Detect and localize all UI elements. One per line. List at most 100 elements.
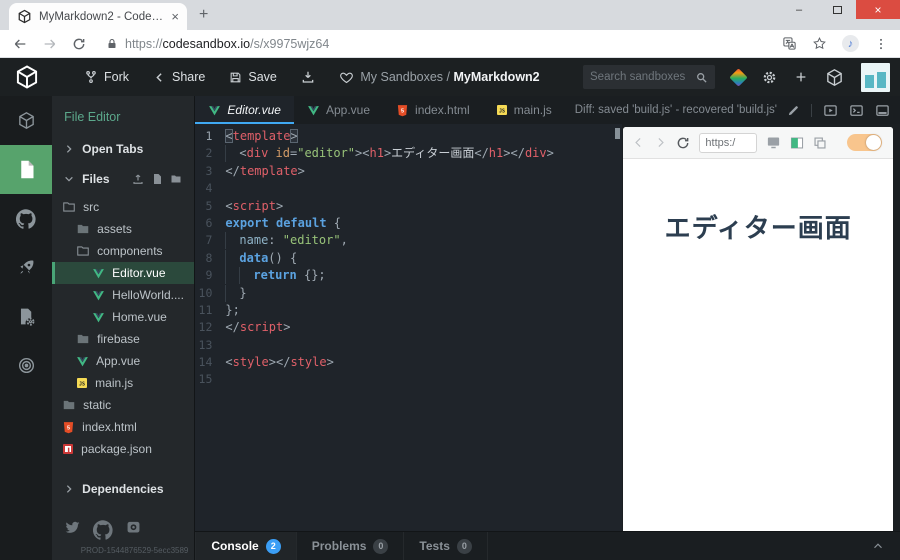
tree-item-package-json[interactable]: package.json [52, 438, 194, 460]
line-number: 10 [195, 285, 225, 302]
new-folder-icon[interactable] [170, 173, 182, 185]
rail-file-explorer[interactable] [0, 145, 52, 194]
new-tab-button[interactable]: + [199, 6, 208, 24]
console-expand-button[interactable] [872, 532, 900, 560]
twitter-icon[interactable] [65, 520, 80, 540]
preview-back-icon[interactable] [632, 136, 645, 149]
files-section[interactable]: Files [52, 164, 194, 194]
export-button[interactable] [301, 70, 315, 84]
rail-github[interactable] [0, 194, 52, 243]
editor-tab-diff[interactable]: Diff: saved 'build.js' - recovered 'buil… [565, 96, 787, 124]
console-tab-problems[interactable]: Problems0 [297, 532, 405, 560]
fork-button[interactable]: Fork [84, 70, 129, 84]
terminal-icon[interactable] [849, 103, 864, 118]
copy-window-icon[interactable] [813, 136, 827, 150]
rail-server-config[interactable] [0, 292, 52, 341]
search-input[interactable] [590, 71, 695, 83]
file-label: Home.vue [112, 310, 167, 324]
browser-menu-icon[interactable] [874, 37, 888, 51]
rail-sandbox-info[interactable] [0, 96, 52, 145]
code-line-7[interactable]: 7name: "editor", [195, 232, 622, 249]
monitor-icon[interactable] [766, 135, 781, 150]
github-icon[interactable] [93, 520, 113, 540]
gear-icon[interactable] [762, 70, 777, 85]
new-sandbox-icon[interactable] [794, 70, 808, 84]
live-reload-toggle[interactable] [847, 134, 882, 151]
editor-tab-main-js[interactable]: JSmain.js [483, 96, 565, 124]
dependencies-section[interactable]: Dependencies [52, 474, 194, 504]
tree-item-editor-vue[interactable]: Editor.vue [52, 262, 194, 284]
editor-tab-editor-vue[interactable]: Editor.vue [195, 96, 294, 124]
editor-tab-index-html[interactable]: 5index.html [383, 96, 483, 124]
tree-item-home-vue[interactable]: Home.vue [52, 306, 194, 328]
preview-refresh-icon[interactable] [676, 136, 690, 150]
forward-button[interactable] [42, 36, 58, 52]
code-line-11[interactable]: 11}; [195, 302, 622, 319]
tree-item-app-vue[interactable]: App.vue [52, 350, 194, 372]
editor-tab-app-vue[interactable]: App.vue [294, 96, 383, 124]
tab-close-button[interactable]: × [171, 9, 179, 24]
code-line-4[interactable]: 4 [195, 180, 622, 197]
line-number: 4 [195, 180, 225, 197]
preview-url-field[interactable]: https:/ [699, 133, 757, 153]
code-line-3[interactable]: 3</template> [195, 163, 622, 180]
tree-item-helloworld-[interactable]: HelloWorld.... [52, 284, 194, 306]
file-label: package.json [81, 442, 152, 456]
tree-item-src[interactable]: src [52, 196, 194, 218]
sandbox-cube-icon[interactable] [825, 68, 844, 87]
code-line-15[interactable]: 15 [195, 371, 622, 388]
share-button[interactable]: Share [153, 70, 205, 84]
save-button[interactable]: Save [229, 70, 277, 84]
code-line-2[interactable]: 2<div id="editor"><h1>エディター画面</h1></div> [195, 145, 622, 162]
code-line-9[interactable]: 9return {}; [195, 267, 622, 284]
code-line-6[interactable]: 6export default { [195, 215, 622, 232]
code-line-1[interactable]: 1<template> [195, 128, 622, 145]
codesandbox-logo-icon[interactable] [14, 64, 40, 90]
upload-icon[interactable] [132, 173, 144, 185]
preview-window-icon[interactable] [823, 103, 838, 118]
rail-live[interactable] [0, 341, 52, 390]
open-tabs-section[interactable]: Open Tabs [52, 134, 194, 164]
scrollbar-marker[interactable] [615, 128, 620, 139]
tree-item-static[interactable]: static [52, 394, 194, 416]
breadcrumb-root[interactable]: My Sandboxes [360, 70, 443, 84]
rail-deployment[interactable] [0, 243, 52, 292]
console-tab-tests[interactable]: Tests0 [404, 532, 487, 560]
tree-item-firebase[interactable]: firebase [52, 328, 194, 350]
console-tab-console[interactable]: Console2 [195, 532, 296, 560]
tree-item-assets[interactable]: assets [52, 218, 194, 240]
preview-forward-icon[interactable] [654, 136, 667, 149]
code-line-5[interactable]: 5<script> [195, 198, 622, 215]
url-bar[interactable]: https://codesandbox.io/s/x9975wjz64 [100, 37, 768, 51]
back-button[interactable] [12, 36, 28, 52]
refresh-button[interactable] [72, 37, 86, 51]
new-file-icon[interactable] [151, 173, 163, 185]
like-button[interactable] [339, 70, 354, 85]
maximize-button[interactable] [818, 0, 856, 19]
tree-item-index-html[interactable]: 5index.html [52, 416, 194, 438]
pencil-icon[interactable] [787, 104, 800, 117]
bookmark-star-icon[interactable] [812, 36, 827, 51]
chat-icon[interactable] [126, 520, 141, 540]
tree-item-main-js[interactable]: JSmain.js [52, 372, 194, 394]
code-line-10[interactable]: 10} [195, 285, 622, 302]
split-view-icon[interactable] [790, 136, 804, 150]
code-text: </template> [225, 163, 304, 180]
minimize-button[interactable]: – [780, 0, 818, 19]
code-editor[interactable]: 1<template>2<div id="editor"><h1>エディター画面… [195, 124, 622, 531]
extension-avatar-icon[interactable]: ♪ [842, 35, 859, 52]
code-line-13[interactable]: 13 [195, 337, 622, 354]
user-avatar[interactable] [861, 63, 890, 92]
pro-diamond-icon[interactable] [729, 68, 747, 86]
browser-tab[interactable]: MyMarkdown2 - CodeSandbox × [9, 3, 187, 30]
file-explorer-panel: File Editor Open Tabs Files srcassetscom… [52, 96, 194, 560]
translate-icon[interactable] [782, 36, 797, 51]
close-button[interactable]: × [856, 0, 900, 19]
chevron-right-icon [64, 144, 74, 154]
code-line-8[interactable]: 8data() { [195, 250, 622, 267]
browser-addressbar: https://codesandbox.io/s/x9975wjz64 ♪ [0, 30, 900, 58]
code-line-12[interactable]: 12</script> [195, 319, 622, 336]
tree-item-components[interactable]: components [52, 240, 194, 262]
code-line-14[interactable]: 14<style></style> [195, 354, 622, 371]
bottom-panel-icon[interactable] [875, 103, 890, 118]
